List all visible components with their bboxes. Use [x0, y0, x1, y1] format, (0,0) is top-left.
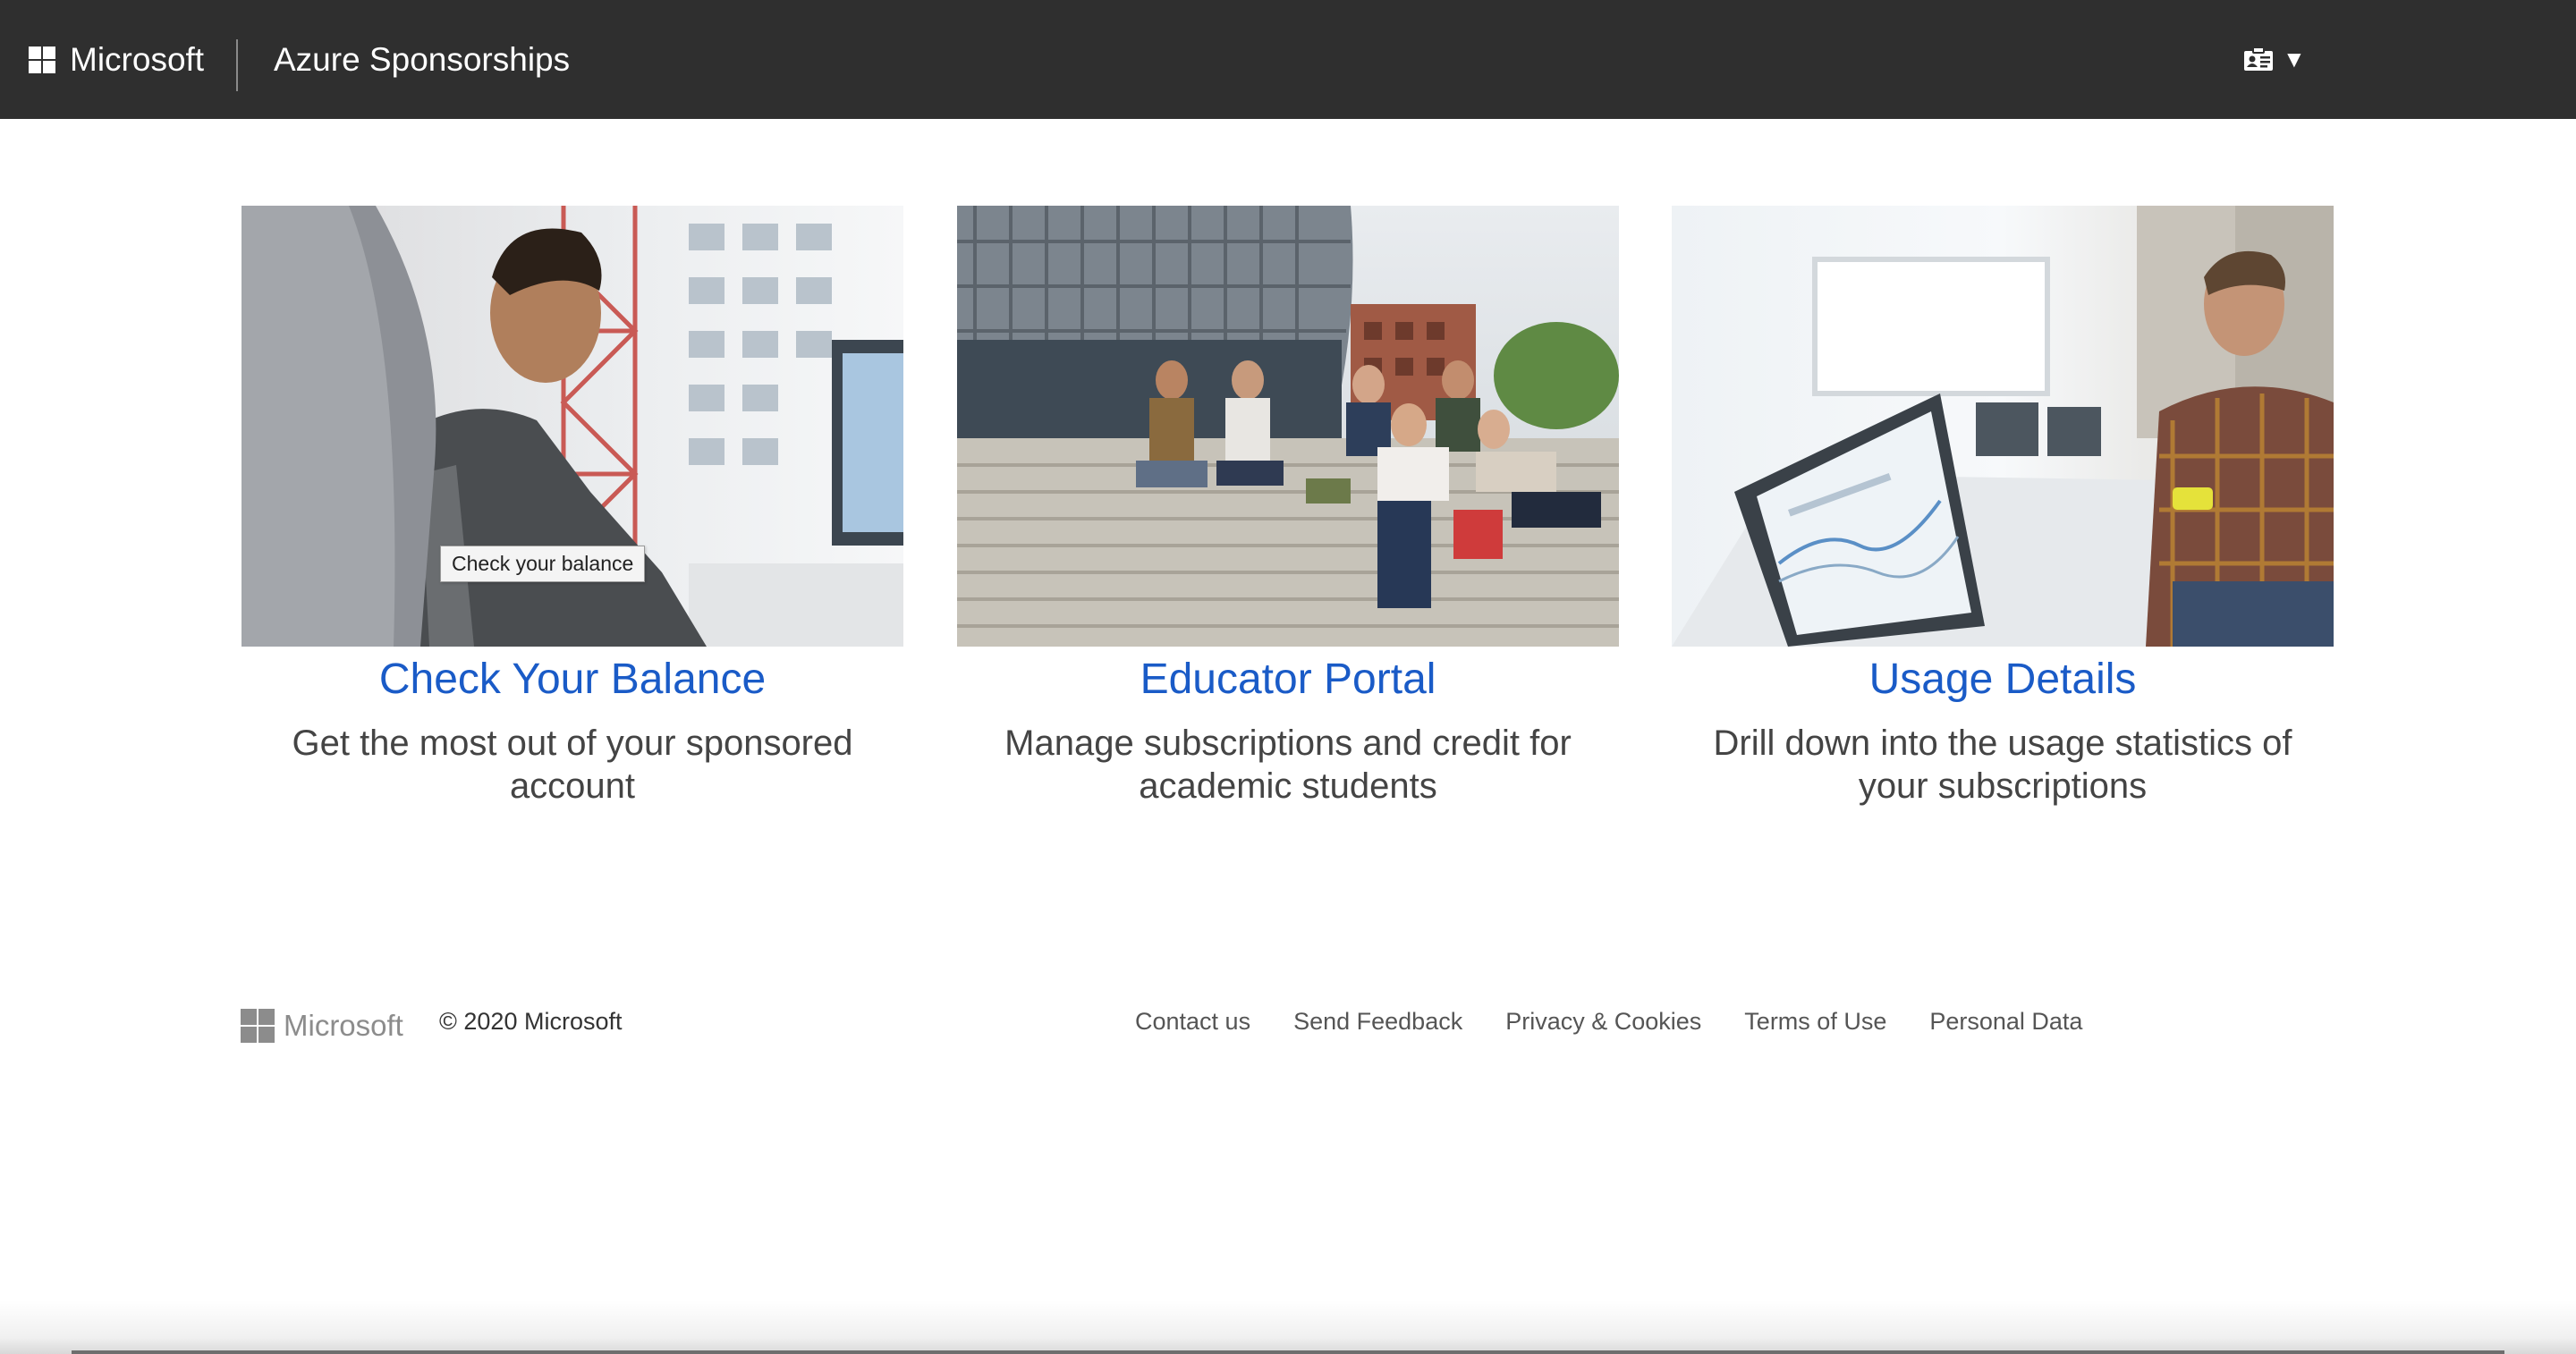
card-description: Manage subscriptions and credit for acad… [1004, 724, 1572, 806]
students-on-steps-photo [957, 206, 1619, 647]
header-divider [236, 39, 238, 91]
card-description: Drill down into the usage statistics of … [1713, 724, 2292, 806]
footer-link-contact[interactable]: Contact us [1135, 1005, 1250, 1037]
footer-links: Contact us Send Feedback Privacy & Cooki… [1135, 1005, 2082, 1037]
top-bar: Microsoft Azure Sponsorships ▼ [0, 0, 2576, 119]
id-card-icon [2244, 47, 2273, 71]
chevron-down-icon: ▼ [2283, 46, 2306, 72]
footer-link-feedback[interactable]: Send Feedback [1293, 1005, 1462, 1037]
window-bottom-edge [72, 1350, 2504, 1354]
card-title[interactable]: Educator Portal [957, 654, 1619, 706]
man-with-phone-photo [1672, 206, 2334, 647]
bottom-shade [0, 1300, 2576, 1354]
card-title[interactable]: Usage Details [1672, 654, 2334, 706]
card-check-balance[interactable]: Check Your Balance Get the most out of y… [242, 206, 903, 808]
site-title[interactable]: Azure Sponsorships [274, 0, 570, 119]
card-educator-portal[interactable]: Educator Portal Manage subscriptions and… [957, 206, 1619, 808]
footer-link-personal-data[interactable]: Personal Data [1929, 1005, 2082, 1037]
windows-logo-icon [241, 1009, 275, 1043]
windows-logo-icon [29, 46, 55, 73]
footer-microsoft-logo: Microsoft [241, 1009, 403, 1043]
footer-link-terms[interactable]: Terms of Use [1744, 1005, 1886, 1037]
copyright: © 2020 Microsoft [439, 1008, 623, 1035]
brand-text: Microsoft [70, 40, 205, 78]
footer-brand-text: Microsoft [284, 1009, 403, 1042]
card-title[interactable]: Check Your Balance [242, 654, 903, 706]
tooltip: Check your balance [440, 546, 646, 582]
account-menu-button[interactable]: ▼ [2243, 41, 2306, 77]
microsoft-home-link[interactable]: Microsoft [29, 0, 204, 119]
footer-link-privacy[interactable]: Privacy & Cookies [1505, 1005, 1701, 1037]
card-description: Get the most out of your sponsored accou… [292, 724, 853, 806]
card-usage-details[interactable]: Usage Details Drill down into the usage … [1672, 206, 2334, 808]
